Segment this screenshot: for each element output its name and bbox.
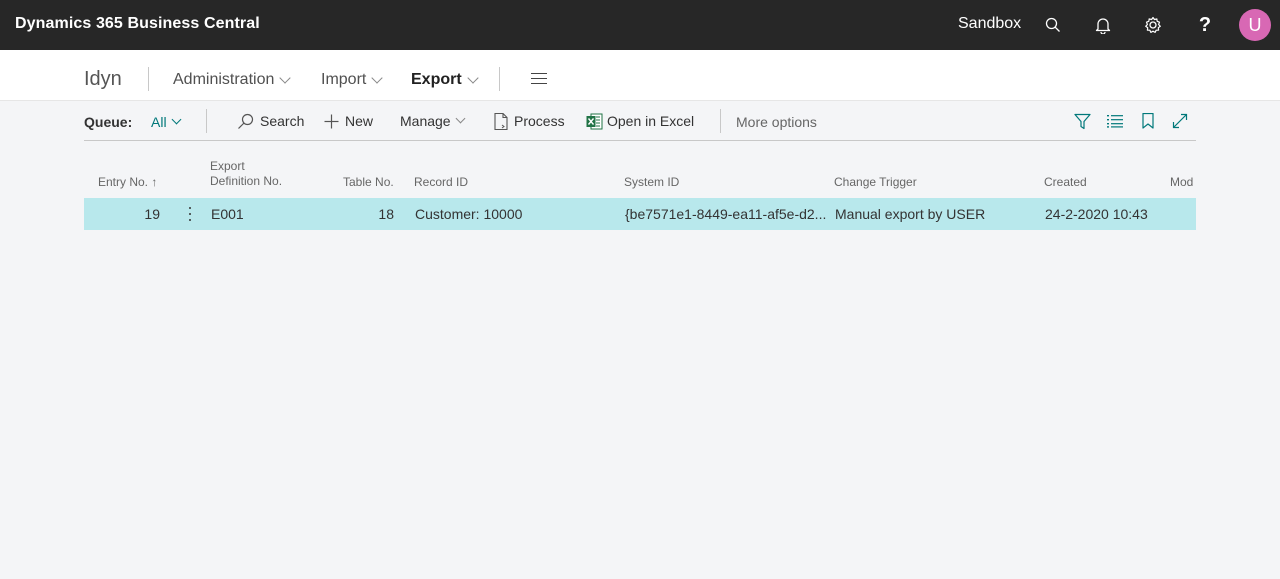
queue-filter-dropdown[interactable]: All <box>151 114 182 130</box>
manage-label: Manage <box>400 113 451 129</box>
open-in-excel-label: Open in Excel <box>607 113 695 129</box>
new-button[interactable]: New <box>324 112 373 130</box>
open-in-excel-button[interactable]: Open in Excel <box>586 112 694 130</box>
help-icon[interactable]: ? <box>1193 13 1217 37</box>
search-button[interactable]: Search <box>237 112 304 130</box>
column-header-label: Entry No. <box>98 175 149 189</box>
cell-created: 24-2-2020 10:43 <box>1045 206 1148 222</box>
search-icon <box>238 113 254 129</box>
cell-export-definition-no[interactable]: E001 <box>211 206 244 222</box>
column-header-record-id[interactable]: Record ID <box>414 175 468 190</box>
cell-record-id: Customer: 10000 <box>415 206 523 222</box>
search-icon[interactable] <box>1041 13 1065 37</box>
list-view-icon[interactable] <box>1105 111 1125 131</box>
column-header-created[interactable]: Created <box>1044 175 1087 190</box>
sort-ascending-icon: ↑ <box>151 175 158 189</box>
action-divider <box>720 109 721 133</box>
column-header-modified[interactable]: Mod <box>1170 175 1196 190</box>
chevron-down-icon <box>467 71 479 84</box>
chevron-down-icon <box>455 113 466 124</box>
expand-icon[interactable] <box>1170 111 1190 131</box>
environment-name: Sandbox <box>958 15 1022 32</box>
role-center-nav: Idyn Administration Import Export <box>0 50 1280 101</box>
document-icon <box>494 112 508 130</box>
plus-icon <box>324 114 339 128</box>
more-options-button[interactable]: More options <box>736 114 817 130</box>
chevron-down-icon <box>171 114 182 125</box>
new-label: New <box>345 113 374 129</box>
company-name[interactable]: Idyn <box>84 68 122 91</box>
hamburger-menu-icon[interactable] <box>531 73 547 84</box>
nav-divider <box>148 67 149 91</box>
nav-item-label: Administration <box>173 71 275 88</box>
cell-change-trigger: Manual export by USER <box>835 206 986 222</box>
grid-header: Entry No. ↑ Export Definition No. Table … <box>84 155 1196 195</box>
action-bar: Queue: All Search New Manage Process Ope… <box>84 101 1196 141</box>
action-divider <box>206 109 207 133</box>
search-label: Search <box>260 113 305 129</box>
column-header-table-no[interactable]: Table No. <box>343 175 394 190</box>
cell-system-id: {be7571e1-8449-ea11-af5e-d2... <box>625 206 827 222</box>
process-button[interactable]: Process <box>494 112 565 130</box>
row-actions-icon[interactable] <box>188 207 192 223</box>
nav-item-import[interactable]: Import <box>321 71 384 89</box>
chevron-down-icon <box>371 71 384 84</box>
table-row[interactable]: 19 E001 18 Customer: 10000 {be7571e1-844… <box>84 198 1196 230</box>
manage-button[interactable]: Manage <box>400 112 466 130</box>
column-header-label: Export <box>210 159 245 173</box>
column-header-change-trigger[interactable]: Change Trigger <box>834 175 917 190</box>
column-header-label: Definition No. <box>210 174 283 188</box>
column-header-system-id[interactable]: System ID <box>624 175 679 190</box>
excel-icon <box>586 113 603 129</box>
app-bar: Dynamics 365 Business Central Sandbox ? … <box>0 0 1280 50</box>
nav-item-label: Export <box>411 71 462 88</box>
nav-item-export[interactable]: Export <box>411 71 479 89</box>
queue-label: Queue: <box>84 114 133 130</box>
queue-filter-value: All <box>151 114 167 130</box>
column-header-export-definition-no[interactable]: Export Definition No. <box>210 159 282 189</box>
user-avatar[interactable]: U <box>1239 9 1271 41</box>
process-label: Process <box>514 113 565 129</box>
app-title[interactable]: Dynamics 365 Business Central <box>15 15 260 33</box>
bell-icon[interactable] <box>1091 13 1115 37</box>
gear-icon[interactable] <box>1141 13 1165 37</box>
column-header-entry-no[interactable]: Entry No. ↑ <box>98 175 157 190</box>
cell-table-no: 18 <box>378 206 394 222</box>
nav-divider <box>499 67 500 91</box>
cell-entry-no: 19 <box>144 206 160 222</box>
chevron-down-icon <box>279 71 292 84</box>
nav-item-administration[interactable]: Administration <box>173 71 292 89</box>
nav-item-label: Import <box>321 71 367 88</box>
filter-icon[interactable] <box>1072 111 1092 131</box>
bookmark-icon[interactable] <box>1138 111 1158 131</box>
